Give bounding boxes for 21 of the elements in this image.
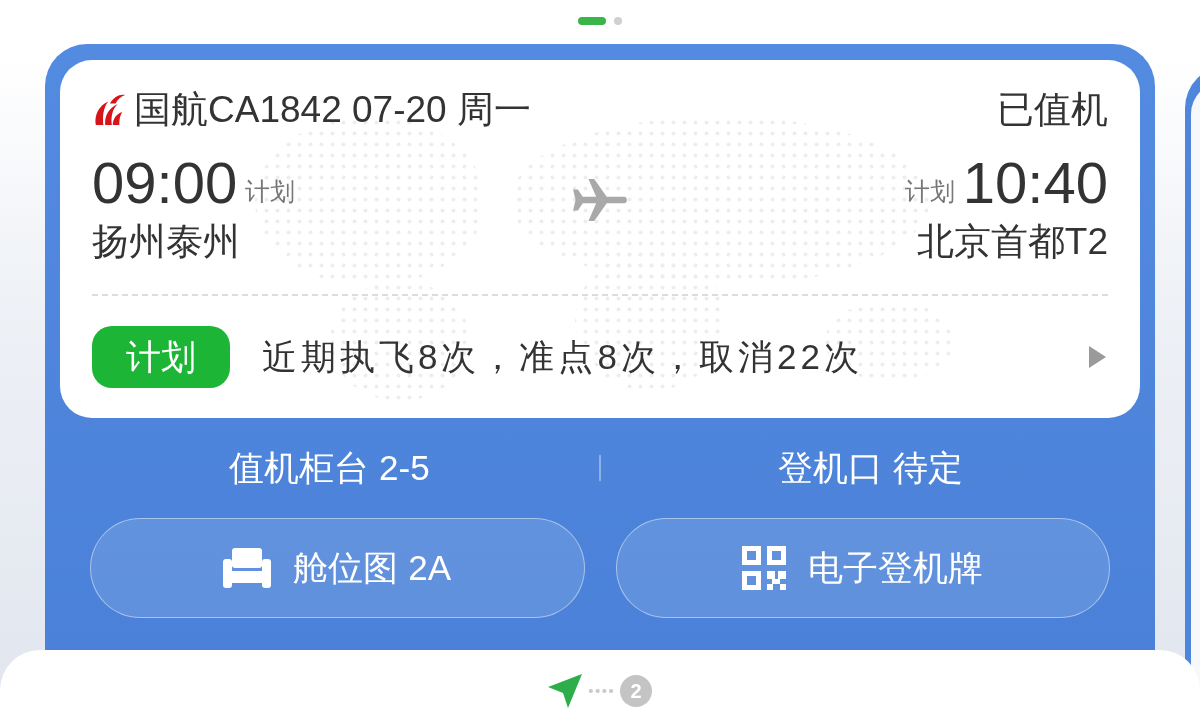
seat-map-button[interactable]: 舱位图 2A	[90, 518, 585, 618]
navigation-arrow-icon	[548, 674, 582, 708]
check-in-status: 已值机	[997, 88, 1108, 132]
boarding-pass-button[interactable]: 电子登机牌	[615, 518, 1110, 618]
caret-right-icon	[1089, 346, 1106, 368]
counter-info: 值机柜台 2-5	[229, 448, 430, 487]
qr-code-icon	[742, 546, 787, 590]
armchair-icon	[223, 548, 272, 588]
arrival-time: 10:40	[962, 149, 1108, 217]
dotted-line-icon	[588, 688, 614, 694]
airplane-icon	[571, 176, 629, 224]
arrival-airport: 北京首都T2	[916, 220, 1108, 264]
flight-number-date: 国航CA1842 07-20 周一	[134, 88, 531, 132]
departure-airport: 扬州泰州	[92, 220, 240, 264]
plan-tag: 计划	[92, 326, 230, 388]
time-type-label: 计划	[904, 176, 955, 206]
punctuality-summary: 近期执飞8次，准点8次，取消22次	[262, 335, 864, 378]
step-number: 2	[620, 675, 652, 707]
departure-time: 09:00	[92, 149, 238, 217]
counter-info: 登机口 待定	[778, 448, 963, 487]
time-type-label: 计划	[245, 176, 296, 206]
